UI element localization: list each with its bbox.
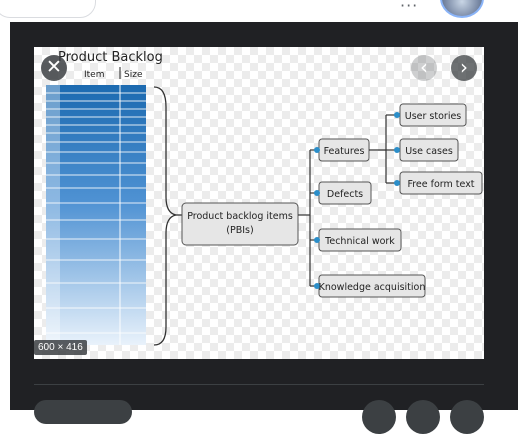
free-form-text-label: Free form text xyxy=(407,179,474,190)
save-button[interactable] xyxy=(406,400,440,434)
more-button[interactable] xyxy=(450,400,484,434)
backlog-title: Product Backlog xyxy=(58,50,163,65)
search-box[interactable] xyxy=(0,0,96,18)
grouping-brace xyxy=(153,86,177,346)
panel-divider xyxy=(34,384,484,385)
defects-label: Defects xyxy=(327,189,363,200)
close-preview-button[interactable]: ✕ xyxy=(41,55,67,81)
previous-image-button[interactable]: ‹ xyxy=(411,55,437,81)
backlog-diagram: Product Backlog Item Size Product backlo… xyxy=(46,50,483,346)
column-item-label: Item xyxy=(84,70,105,80)
share-button[interactable] xyxy=(362,400,396,434)
pbi-box xyxy=(181,202,299,246)
use-cases-label: Use cases xyxy=(405,146,453,157)
visit-button[interactable] xyxy=(34,400,132,424)
backlog-stack xyxy=(46,85,146,345)
column-size-label: Size xyxy=(124,70,143,80)
top-toolbar: ··· xyxy=(0,0,518,22)
next-image-button[interactable]: › xyxy=(451,55,477,81)
pbi-label-line2: (PBIs) xyxy=(226,225,253,236)
image-size-badge: 600 × 416 xyxy=(34,340,87,355)
account-avatar[interactable] xyxy=(440,0,484,18)
user-stories-label: User stories xyxy=(405,111,462,122)
features-label: Features xyxy=(324,146,365,157)
pbi-label-line1: Product backlog items xyxy=(187,211,293,222)
more-options-icon[interactable]: ··· xyxy=(400,0,418,15)
technical-work-label: Technical work xyxy=(324,236,395,247)
preview-image[interactable]: Product Backlog Item Size Product backlo… xyxy=(34,47,484,359)
knowledge-acquisition-label: Knowledge acquisition xyxy=(319,282,426,293)
